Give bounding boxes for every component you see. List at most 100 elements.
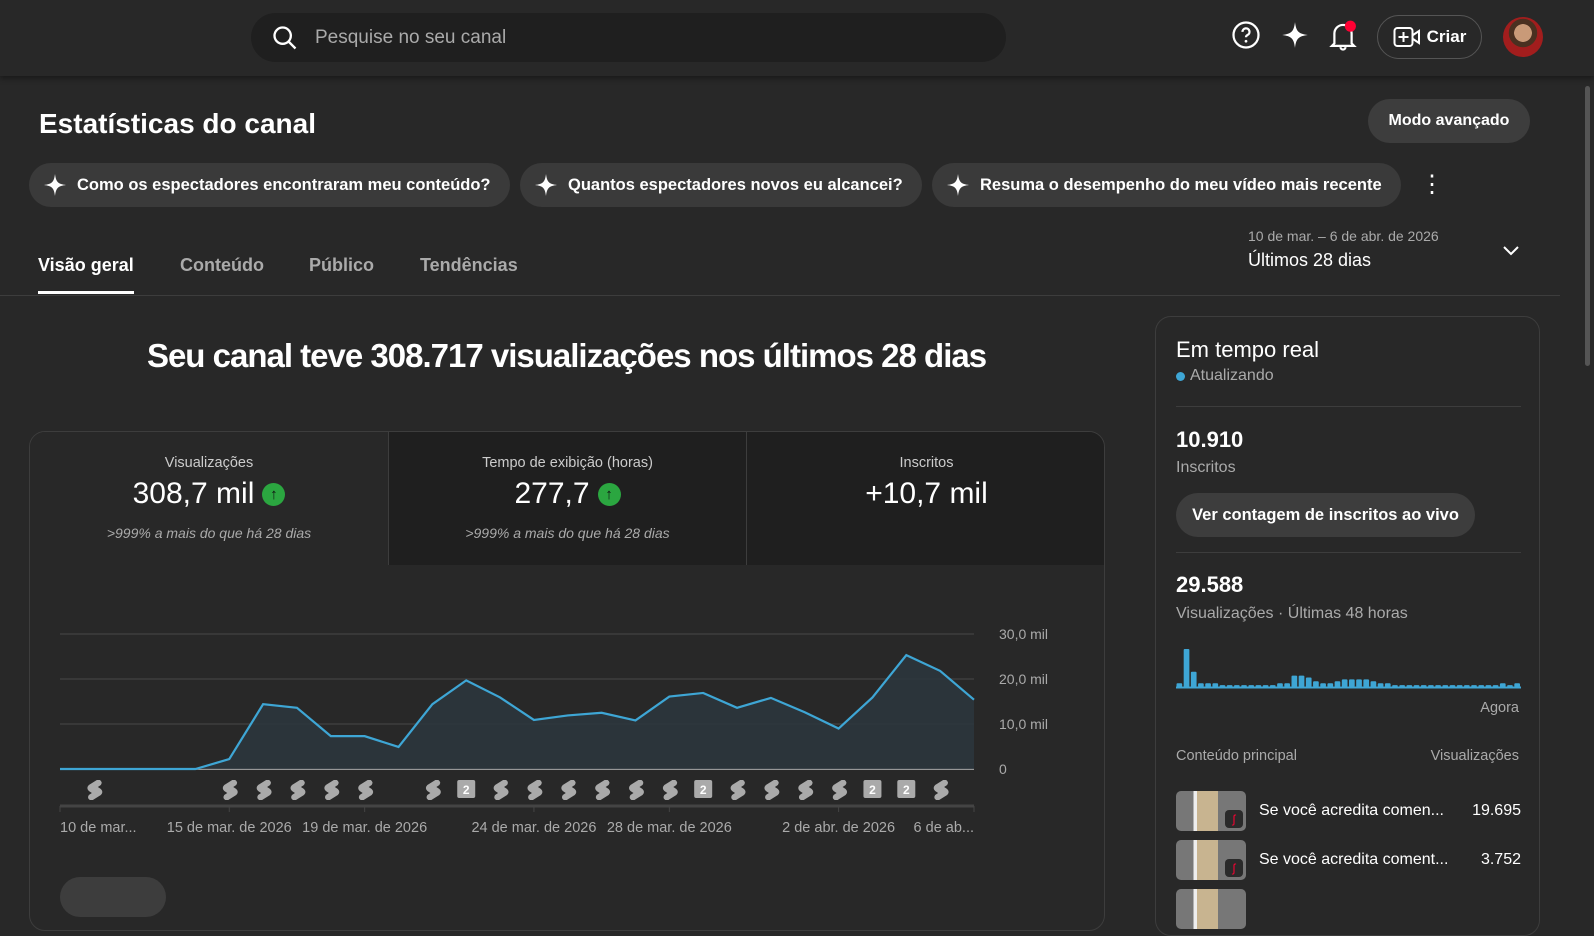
notifications-bell-icon[interactable] <box>1328 20 1358 52</box>
subscribers-label: Inscritos <box>1176 459 1236 477</box>
live-dot-icon <box>1176 372 1185 381</box>
views-column-header: Visualizações <box>1431 748 1519 764</box>
video-title: Se você acredita coment... <box>1259 851 1481 869</box>
top-content-header: Conteúdo principal <box>1176 748 1297 764</box>
video-title: Se você acredita comen... <box>1259 802 1472 820</box>
realtime-bar <box>1177 683 1183 687</box>
top-content-item[interactable] <box>1176 889 1521 929</box>
shorts-video-icon <box>663 780 678 800</box>
top-content-item[interactable]: ʃ Se você acredita coment...3.752 <box>1176 840 1521 880</box>
shorts-video-icon <box>934 780 949 800</box>
video-thumbnail <box>1176 889 1246 929</box>
views-chart[interactable]: 010,0 mil20,0 mil30,0 mil222210 de mar..… <box>30 432 1105 902</box>
sparkle-icon <box>946 173 970 197</box>
search-icon <box>271 24 299 52</box>
realtime-bar <box>1184 649 1190 687</box>
tab-overview[interactable]: Visão geral <box>38 255 134 276</box>
live-subscriber-count-button[interactable]: Ver contagem de inscritos ao vivo <box>1176 493 1475 537</box>
realtime-bar <box>1356 679 1362 687</box>
scrollbar-thumb[interactable] <box>1585 86 1590 366</box>
realtime-bar <box>1299 676 1305 687</box>
shorts-video-icon <box>87 780 102 800</box>
x-tick-label: 19 de mar. de 2026 <box>302 820 427 836</box>
shorts-video-icon <box>731 780 746 800</box>
advanced-mode-button[interactable]: Modo avançado <box>1368 99 1530 143</box>
shorts-video-icon <box>832 780 847 800</box>
search-input[interactable] <box>315 27 915 49</box>
realtime-bar-chart[interactable] <box>1176 647 1521 692</box>
chip-label: Quantos espectadores novos eu alcancei? <box>568 176 903 195</box>
shorts-video-icon <box>561 780 576 800</box>
realtime-bar <box>1198 683 1204 687</box>
shorts-video-icon <box>257 780 272 800</box>
realtime-bar <box>1284 683 1290 687</box>
realtime-bar <box>1363 679 1369 687</box>
tab-content[interactable]: Conteúdo <box>180 255 264 276</box>
shorts-video-icon <box>494 780 509 800</box>
video-add-icon <box>1393 26 1421 48</box>
published-count-label: 2 <box>700 783 707 797</box>
chip-label: Como os espectadores encontraram meu con… <box>77 176 491 195</box>
status-label: Atualizando <box>1190 367 1274 385</box>
page-title: Estatísticas do canal <box>39 108 316 140</box>
suggestion-chip-latest-video[interactable]: Resuma o desempenho do meu vídeo mais re… <box>932 163 1401 207</box>
shorts-video-icon <box>223 780 238 800</box>
shorts-video-icon <box>798 780 813 800</box>
shorts-video-icon <box>358 780 373 800</box>
tab-audience[interactable]: Público <box>309 255 374 276</box>
realtime-bar <box>1378 683 1384 687</box>
video-views: 3.752 <box>1481 851 1521 869</box>
x-tick-label: 10 de mar... <box>60 820 137 836</box>
more-options-icon[interactable]: ⋮ <box>1420 170 1444 199</box>
realtime-bar <box>1327 683 1333 687</box>
shorts-video-icon <box>527 780 542 800</box>
realtime-bar <box>1342 679 1348 687</box>
realtime-bar <box>1306 678 1312 688</box>
video-views: 19.695 <box>1472 802 1521 820</box>
search-bar[interactable] <box>251 13 1006 62</box>
chevron-down-icon[interactable] <box>1501 243 1521 259</box>
realtime-title: Em tempo real <box>1176 337 1319 363</box>
realtime-bar <box>1335 681 1341 687</box>
realtime-bar <box>1313 681 1319 687</box>
realtime-bar <box>1191 672 1197 687</box>
suggestion-chip-new-viewers[interactable]: Quantos espectadores novos eu alcancei? <box>520 163 922 207</box>
top-content-item[interactable]: ʃ Se você acredita comen...19.695 <box>1176 791 1521 831</box>
help-icon[interactable] <box>1231 20 1261 50</box>
y-tick-label: 20,0 mil <box>999 671 1048 687</box>
tabs-divider <box>0 295 1560 296</box>
sparkle-icon <box>534 173 558 197</box>
date-range-selector[interactable]: Últimos 28 dias <box>1248 250 1371 271</box>
sparkle-icon[interactable] <box>1281 20 1309 50</box>
realtime-views-count: 29.588 <box>1176 572 1243 598</box>
realtime-bar <box>1349 679 1355 687</box>
area-fill <box>60 655 974 769</box>
x-tick-label: 15 de mar. de 2026 <box>167 820 292 836</box>
see-more-button[interactable] <box>60 877 166 917</box>
realtime-status: Atualizando <box>1176 367 1274 385</box>
x-tick-label: 28 de mar. de 2026 <box>607 820 732 836</box>
date-range-dates: 10 de mar. – 6 de abr. de 2026 <box>1248 228 1439 244</box>
shorts-video-icon <box>290 780 305 800</box>
top-bar: Criar <box>0 0 1594 76</box>
tab-trends[interactable]: Tendências <box>420 255 518 276</box>
divider <box>1176 406 1521 407</box>
video-thumbnail: ʃ <box>1176 840 1246 880</box>
realtime-bar <box>1385 683 1391 687</box>
sparkle-icon <box>43 173 67 197</box>
video-thumbnail: ʃ <box>1176 791 1246 831</box>
y-tick-label: 10,0 mil <box>999 716 1048 732</box>
create-button[interactable]: Criar <box>1377 15 1482 59</box>
headline: Seu canal teve 308.717 visualizações nos… <box>0 337 1133 375</box>
divider <box>1176 552 1521 553</box>
realtime-bar <box>1320 683 1326 687</box>
avatar[interactable] <box>1503 17 1543 57</box>
create-label: Criar <box>1427 27 1467 47</box>
realtime-subscribers-count: 10.910 <box>1176 427 1243 453</box>
x-tick-label: 24 de mar. de 2026 <box>471 820 596 836</box>
now-label: Agora <box>1480 700 1519 716</box>
suggestion-chip-discovery[interactable]: Como os espectadores encontraram meu con… <box>29 163 510 207</box>
shorts-video-icon <box>629 780 644 800</box>
scrollbar[interactable] <box>1582 76 1594 914</box>
x-tick-label: 6 de ab... <box>914 820 974 836</box>
